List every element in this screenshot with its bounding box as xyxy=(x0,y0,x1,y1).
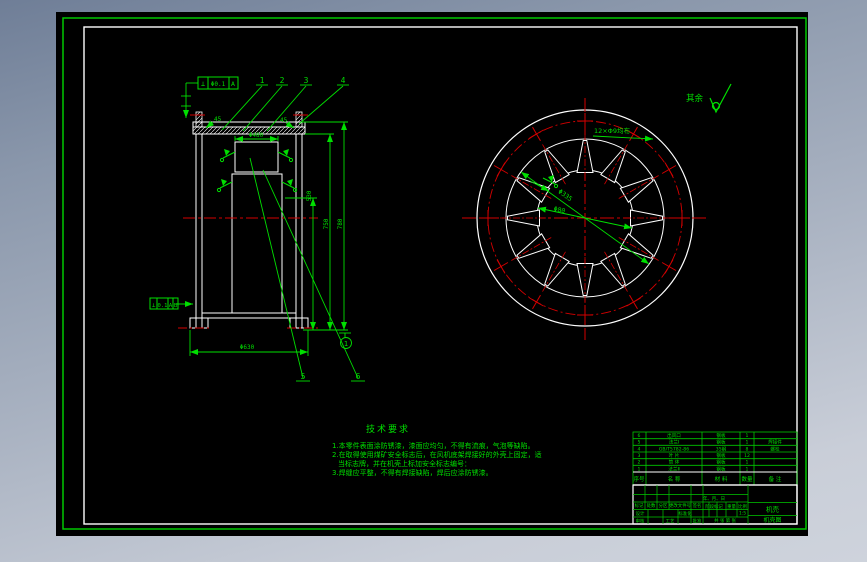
notes-line-2: 2.在取得使用煤矿安全标志后，在风机底架焊接好的外壳上固定，适 xyxy=(332,450,542,459)
right-view-impeller: 12×Φ9均布 Φ335 Φ80 xyxy=(462,98,708,340)
tb-mark: 标记 xyxy=(635,502,644,509)
fcf-top-tolerance: Φ0.1 xyxy=(211,81,226,88)
notes-line-4: 3.焊缝应平整，不得有焊接缺陷，焊后应涂防锈漆。 xyxy=(332,468,493,477)
bom-cell: 1 xyxy=(746,433,749,439)
rest-label: 其余 xyxy=(686,93,704,104)
dim-height-780: 780 xyxy=(337,218,344,229)
tb-mark: 年、月、日 xyxy=(703,495,725,502)
tb-sheets: 共 张 第 张 xyxy=(714,517,736,524)
bom-cell: 1 xyxy=(638,466,641,472)
dim-height-750: 750 xyxy=(323,218,330,229)
tb-mark: 处数 xyxy=(647,502,656,509)
bom-cell: 1 xyxy=(746,460,749,466)
bom-cell: 螺栓 xyxy=(770,445,780,452)
tb-scale-value: 1:5 xyxy=(739,511,746,517)
tb-design: 设计 xyxy=(636,510,645,517)
tb-part-name: 机壳 xyxy=(766,505,780,514)
bom-cell: 焊接件 xyxy=(768,439,782,446)
callout-5: 5 xyxy=(301,372,306,381)
bom-cell: 叶 片 xyxy=(669,452,680,459)
bom-cell: 筒 体 xyxy=(669,459,680,466)
bom-cell: GB/T5782-86 xyxy=(659,446,689,452)
tb-standardization: 标准化 xyxy=(678,510,692,517)
callout-2: 2 xyxy=(280,76,285,85)
notes-line-1: 1.本零件表面涂防锈漆，漆面应均匀，不得有流痕，气泡等缺陷。 xyxy=(332,441,535,450)
bom-header: 材 料 xyxy=(715,475,728,483)
tb-mark: 更改文件号 xyxy=(669,502,692,509)
bom-cell: 钢板 xyxy=(716,432,726,439)
fcf-side-symbol: ⊥ xyxy=(152,302,156,309)
fcf-side-datum-a: A xyxy=(169,303,173,309)
notes-title: 技术要求 xyxy=(366,423,410,435)
tb-mark: 分区 xyxy=(659,502,668,509)
bom-header: 序号 xyxy=(633,475,645,483)
technical-notes: 技术要求 1.本零件表面涂防锈漆，漆面应均匀，不得有流痕，气泡等缺陷。 2.在取… xyxy=(332,423,542,477)
bom-cell: 钢板 xyxy=(716,459,726,466)
bom-cell: 3 xyxy=(638,453,641,459)
bom-cell: 出风口 xyxy=(667,432,681,439)
dim-dia-80: Φ80 xyxy=(553,205,566,215)
callout-4: 4 xyxy=(341,76,346,85)
tb-approve: 批准 xyxy=(693,518,702,525)
bom-cell: 法兰Ⅱ xyxy=(668,465,679,472)
tb-craft: 工艺 xyxy=(666,519,675,525)
bom-header: 名 称 xyxy=(668,475,681,483)
tb-mark: 签名 xyxy=(693,502,702,509)
surface-roughness-note: 其余 xyxy=(686,83,732,114)
drawing-sheet: 1 2 3 4 5 6 45 45 Φ480 530 750 780 Φ630 … xyxy=(62,17,807,530)
dim-chamfer-right: 45 xyxy=(280,117,288,124)
bom-cell: 钢板 xyxy=(716,452,726,459)
dim-bolt-holes: 12×Φ9均布 xyxy=(594,126,630,135)
bom-cell: 法兰Ⅰ xyxy=(669,439,680,446)
tb-weight-label: 重量 xyxy=(727,503,736,510)
bom-cell: 1 xyxy=(746,466,749,472)
left-view-section: 1 2 3 4 5 6 45 45 Φ480 530 750 780 Φ630 … xyxy=(149,76,365,382)
cad-viewer-window: 1 2 3 4 5 6 45 45 Φ480 530 750 780 Φ630 … xyxy=(0,0,867,562)
roughness-check-icon xyxy=(709,83,732,114)
fcf-side-tolerance: 0.1 xyxy=(158,303,168,309)
callout-3: 3 xyxy=(304,76,309,85)
bom-table: 6 出风口 钢板 1 5 法兰Ⅰ 钢板 1 焊接件 4 GB/T5782-86 … xyxy=(632,431,798,486)
bom-cell: 2 xyxy=(638,460,641,466)
tb-scale-label: 比例 xyxy=(738,503,747,510)
bom-cell: 6 xyxy=(638,433,641,439)
dim-hub-width: Φ480 xyxy=(249,132,264,139)
dim-bottom-dia: Φ630 xyxy=(240,344,255,351)
fcf-top-datum: A xyxy=(231,80,235,88)
tb-audit: 审核 xyxy=(636,518,645,525)
tb-stage-label: 阶段标记 xyxy=(705,503,723,510)
bom-header: 备 注 xyxy=(769,475,782,483)
bom-cell: 12 xyxy=(744,453,750,459)
notes-line-3: 当标志牌，并在机壳上标加安全标志编号： xyxy=(338,459,471,468)
bom-cell: 8 xyxy=(746,446,749,452)
dim-height-530: 530 xyxy=(306,190,313,201)
fcf-top-symbol: ⊥ xyxy=(201,80,205,88)
bom-cell: 钢板 xyxy=(716,439,726,446)
bom-cell: 钢板 xyxy=(716,465,726,472)
bom-header: 数量 xyxy=(741,475,753,483)
callout-6: 6 xyxy=(356,372,361,381)
title-block: 标记 处数 分区 更改文件号 签名 年、月、日 设计 标准化 审核 工艺 批准 … xyxy=(632,484,798,525)
dim-chamfer-left: 45 xyxy=(214,116,222,123)
tb-drawing-code: 机壳图 xyxy=(763,516,781,524)
callout-1: 1 xyxy=(260,76,265,85)
bom-cell: 5 xyxy=(638,440,641,446)
bom-cell: 35钢 xyxy=(716,445,727,452)
bom-cell: 1 xyxy=(746,440,749,446)
weld-seam-number: 1 xyxy=(344,340,348,348)
bom-cell: 4 xyxy=(638,446,641,452)
dim-dia-335: Φ335 xyxy=(556,188,573,204)
